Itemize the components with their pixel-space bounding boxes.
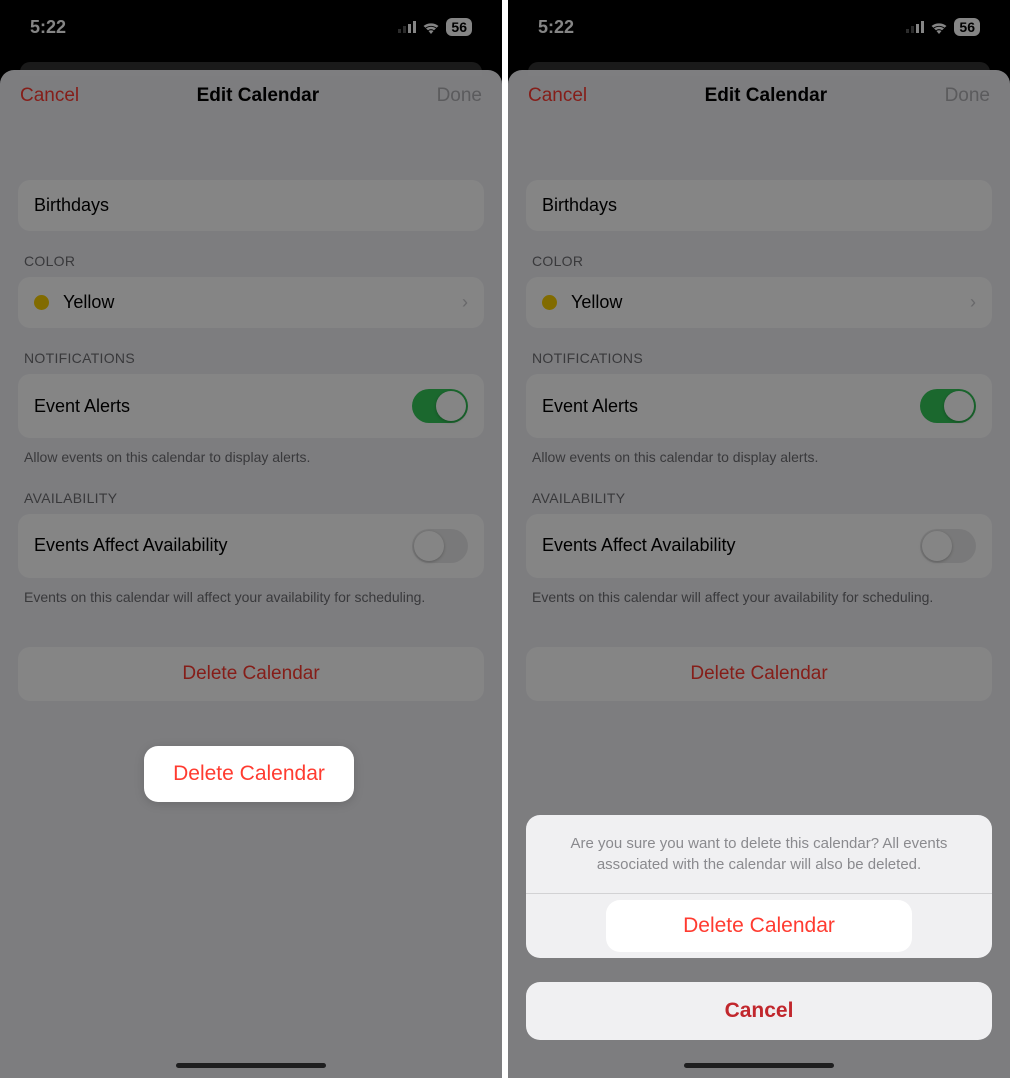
phone-right: 5:22 56 Cancel Edit Calendar Done Birthd… [508, 0, 1010, 1078]
action-sheet: Are you sure you want to delete this cal… [526, 815, 992, 958]
delete-calendar-highlight[interactable]: Delete Calendar [144, 746, 354, 802]
dim-overlay [0, 0, 502, 1078]
action-sheet-message: Are you sure you want to delete this cal… [526, 815, 992, 894]
phone-left: 5:22 56 Cancel Edit Calendar Done Birthd… [0, 0, 502, 1078]
action-sheet-cancel-button[interactable]: Cancel [526, 982, 992, 1040]
confirm-delete-button[interactable]: Delete Calendar [606, 900, 912, 952]
